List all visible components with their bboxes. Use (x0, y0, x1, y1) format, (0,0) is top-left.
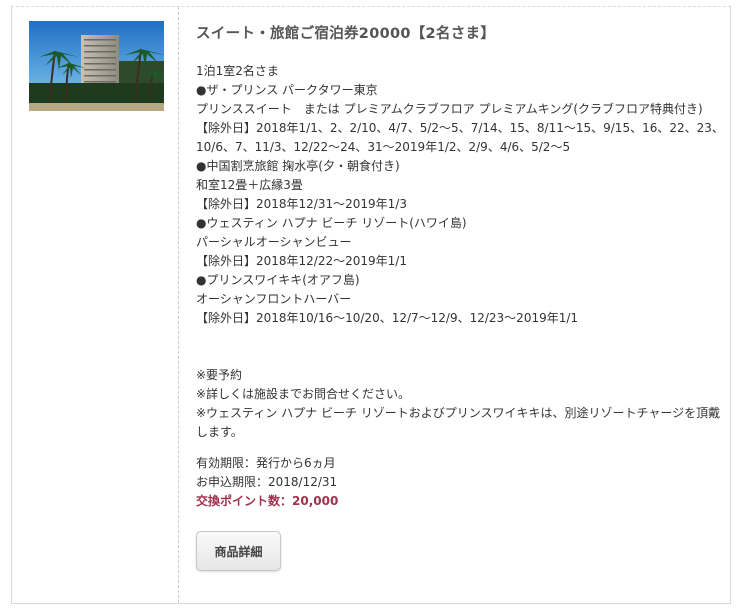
product-description: 1泊1室2名さま ●ザ・プリンス パークタワー東京 プリンススイート または プ… (196, 62, 724, 511)
description-line: オーシャンフロントハーバー (196, 292, 352, 306)
validity-text: 有効期限：発行から6ヵ月 (196, 456, 336, 470)
product-image[interactable] (29, 21, 164, 111)
product-detail-button[interactable]: 商品詳細 (196, 531, 281, 571)
description-line: ●中国割烹旅館 掬水亭(夕・朝食付き) (196, 159, 400, 173)
description-line: 10/6、7、11/3、12/22〜24、31〜2019年1/2、2/9、4/6… (196, 140, 571, 154)
description-line: ●ザ・プリンス パークタワー東京 (196, 83, 378, 97)
description-line: 【除外日】2018年12/22〜2019年1/1 (196, 254, 407, 268)
note-line: ※要予約 (196, 368, 243, 382)
deadline-text: お申込期限：2018/12/31 (196, 475, 338, 489)
description-line: パーシャルオーシャンビュー (196, 235, 352, 249)
description-line: ●ウェスティン ハプナ ビーチ リゾート(ハワイ島) (196, 216, 467, 230)
description-line: 【除外日】2018年10/16〜10/20、12/7〜12/9、12/23〜20… (196, 311, 579, 325)
points-text: 交換ポイント数：20,000 (196, 494, 339, 508)
description-line: 1泊1室2名さま (196, 64, 279, 78)
column-divider (178, 7, 179, 603)
description-line: 和室12畳＋広縁3畳 (196, 178, 303, 192)
description-line: 【除外日】2018年1/1、2、2/10、4/7、5/2〜5、7/14、15、8… (196, 121, 724, 135)
description-line: ●プリンスワイキキ(オアフ島) (196, 273, 360, 287)
note-line: ※詳しくは施設までお問合せください。 (196, 387, 411, 401)
description-line: プリンススイート または プレミアムクラブフロア プレミアムキング(クラブフロア… (196, 102, 703, 116)
note-line: ※ウェスティン ハプナ ビーチ リゾートおよびプリンスワイキキは、別途リゾートチ… (196, 406, 721, 439)
product-title: スイート・旅館ご宿泊券20000【2名さま】 (196, 26, 496, 42)
description-line: 【除外日】2018年12/31〜2019年1/3 (196, 197, 407, 211)
